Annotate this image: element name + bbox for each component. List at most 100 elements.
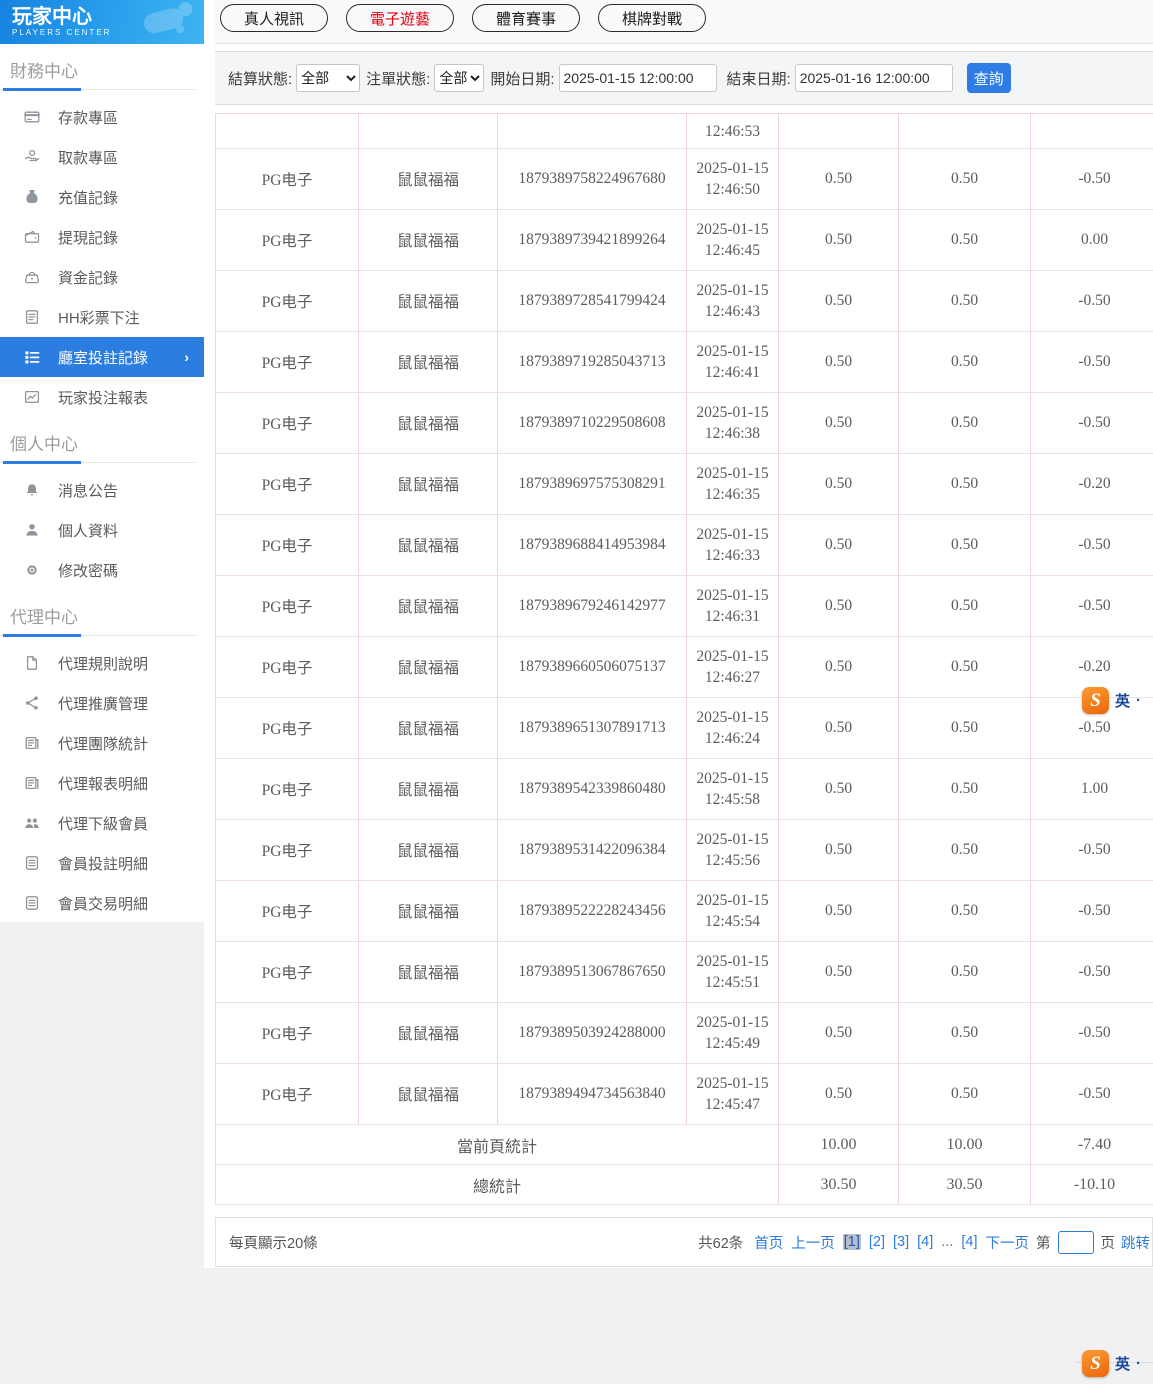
table-row: PG电子 鼠鼠福福 1879389710229508608 2025-01-15 12:… [216,393,1153,454]
cell-datetime: 2025-01-15 12:45:49 [687,1003,779,1063]
table-row: PG电子 鼠鼠福福 1879389697575308291 2025-01-15 12:… [216,454,1153,515]
cell-provider: PG电子 [216,820,359,880]
wallet-icon [24,229,41,246]
order-status-select[interactable]: 全部 [434,64,485,92]
sidebar-item-label: 提現記錄 [58,229,119,247]
cell-datetime: 2025-01-15 12:45:58 [687,759,779,819]
users-icon [24,815,41,832]
sidebar-item-deposit-area[interactable]: 存款專區 [0,97,204,137]
cell-date: 2025-01-15 [696,465,769,482]
cell-time: 12:46:27 [704,669,761,686]
sidebar-item-announcements[interactable]: 消息公告 [0,470,204,510]
table-row: PG电子 鼠鼠福福 1879389542339860480 2025-01-15 12:… [216,759,1153,820]
cell-date: 2025-01-15 [696,953,769,970]
sidebar-item-label: 會員交易明細 [58,895,149,913]
page-link[interactable]: ... [941,1234,953,1250]
cell-valid-amount: 0.50 [899,820,1031,880]
settle-status-select[interactable]: 全部 [296,64,361,92]
sidebar-item-player-bet-report[interactable]: 玩家投注報表 [0,377,204,417]
sidebar-item-member-trade-detail[interactable]: 會員交易明細 [0,883,204,923]
cell-datetime: 2025-01-15 12:46:50 [687,149,779,209]
page-link-current[interactable]: [1] [842,1234,861,1250]
table-row: PG电子 鼠鼠福福 1879389503924288000 2025-01-15 12:… [216,1003,1153,1064]
cell-time: 12:45:51 [704,974,761,991]
cell-order-id: 1879389494734563840 [498,1064,687,1124]
cell-profit: -0.50 [1031,393,1153,453]
sidebar-item-agent-team-stats[interactable]: 代理團隊統計 [0,723,204,763]
sogou-ime-icon[interactable]: S [1082,687,1109,714]
jump-page-input[interactable] [1057,1230,1094,1254]
table-row: PG电子 鼠鼠福福 1879389728541799424 2025-01-15 12:… [216,271,1153,332]
cell-time: 12:45:54 [704,913,761,930]
tab-electronic-games[interactable]: 電子遊藝 [346,4,455,32]
page-size-label: 每頁顯示20條 [229,1235,318,1252]
cell-order-id: 1879389542339860480 [498,759,687,819]
sidebar-item-withdraw-area[interactable]: 取款專區 [0,137,204,177]
page-link[interactable]: [4] [961,1234,977,1250]
cell-game: 鼠鼠福福 [359,1064,498,1124]
page-link[interactable]: 上一页 [791,1232,835,1253]
cell-bet-amount: 0.50 [779,881,899,941]
cell-profit: -0.50 [1031,1003,1153,1063]
cell-datetime: 2025-01-15 12:46:31 [687,576,779,636]
tab-live-video[interactable]: 真人視訊 [220,4,329,32]
cell-profit: -0.50 [1031,332,1153,392]
cell-order-id: 1879389522228243456 [498,881,687,941]
sidebar-item-agent-rules[interactable]: 代理規則說明 [0,643,204,683]
withdraw-hand-icon [24,149,41,166]
cell-bet-amount [779,114,899,148]
cell-profit: -0.50 [1031,942,1153,1002]
sidebar-item-fund-records[interactable]: 資金記錄 [0,257,204,297]
cell-time: 12:46:41 [704,364,761,381]
sidebar-item-change-password[interactable]: 修改密碼 [0,550,204,590]
end-date-input[interactable] [794,64,953,92]
cell-provider [216,114,359,148]
sidebar-item-profile[interactable]: 個人資料 [0,510,204,550]
sidebar-item-agent-sub-members[interactable]: 代理下級會員 [0,803,204,843]
tab-sports-events[interactable]: 體育賽事 [472,4,581,32]
page-link[interactable]: [3] [893,1234,909,1250]
sidebar-item-hh-lottery-bets[interactable]: HH彩票下注 [0,297,204,337]
cell-order-id: 1879389660506075137 [498,637,687,697]
bet-list-icon [24,349,41,366]
cell-provider: PG电子 [216,515,359,575]
start-date-input[interactable] [558,64,717,92]
cell-date: 2025-01-15 [696,404,769,421]
cell-datetime: 2025-01-15 12:46:38 [687,393,779,453]
section-divider [0,461,204,464]
cell-valid-amount: 0.50 [899,393,1031,453]
sidebar-item-room-bet-records[interactable]: 廳室投註記錄 › [0,337,204,377]
tab-board-card-battle[interactable]: 棋牌對戰 [598,4,707,32]
sogou-ime-icon[interactable]: S [1082,1350,1109,1377]
sidebar-item-label: 會員投註明細 [58,855,149,873]
cell-datetime: 2025-01-15 12:46:43 [687,271,779,331]
table-row: PG电子 鼠鼠福福 1879389522228243456 2025-01-15 12:… [216,881,1153,942]
sidebar-item-member-bet-detail[interactable]: 會員投註明細 [0,843,204,883]
cell-provider: PG电子 [216,759,359,819]
table-row: PG电子 鼠鼠福福 1879389494734563840 2025-01-15 12:… [216,1064,1153,1125]
cell-datetime: 2025-01-15 12:46:45 [687,210,779,270]
cell-order-id: 1879389697575308291 [498,454,687,514]
cell-datetime: 2025-01-15 12:45:56 [687,820,779,880]
page-link[interactable]: 首页 [754,1232,783,1253]
sidebar-item-agent-promotion[interactable]: 代理推廣管理 [0,683,204,723]
page-link[interactable]: [2] [869,1234,885,1250]
jump-go-link[interactable]: 跳转 [1121,1232,1150,1253]
summary-profit: -10.10 [1031,1165,1153,1204]
ime-mode-label[interactable]: 英 [1115,1353,1130,1374]
cell-order-id: 1879389531422096384 [498,820,687,880]
cell-valid-amount: 0.50 [899,454,1031,514]
page-link[interactable]: 下一页 [986,1232,1030,1253]
sidebar-item-recharge-records[interactable]: 充值記錄 [0,177,204,217]
sidebar-item-agent-report-detail[interactable]: 代理報表明細 [0,763,204,803]
cell-time: 12:46:31 [704,608,761,625]
sidebar-section-title: 代理中心 [10,608,78,627]
cell-game: 鼠鼠福福 [359,820,498,880]
search-button[interactable]: 查詢 [966,63,1011,93]
ime-mode-label[interactable]: 英 [1115,690,1130,711]
section-divider [0,634,204,637]
gamepad-icon [138,2,196,44]
sidebar-item-withdraw-records[interactable]: 提現記錄 [0,217,204,257]
page-link[interactable]: [4] [917,1234,933,1250]
cell-bet-amount: 0.50 [779,942,899,1002]
